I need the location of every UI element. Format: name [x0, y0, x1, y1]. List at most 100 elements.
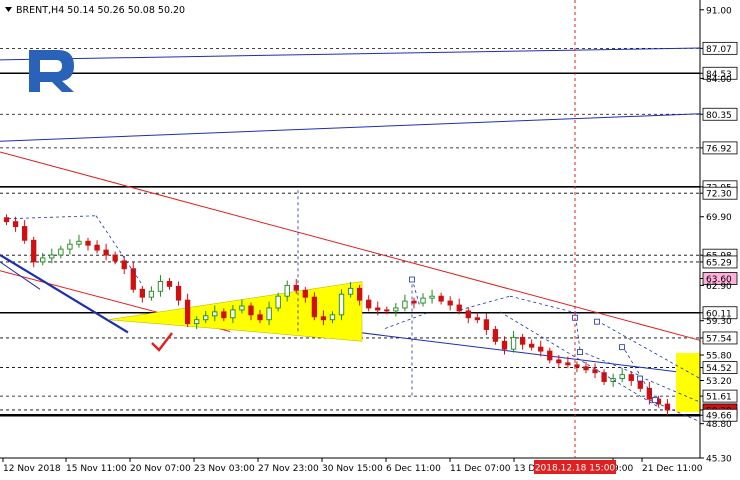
- candle-body: [420, 297, 426, 304]
- price-tick-label: 91.00: [706, 6, 732, 16]
- pivot-marker: [594, 318, 600, 325]
- candle-body: [664, 403, 671, 411]
- price-tick-label: 54.52: [706, 364, 732, 374]
- candle-body: [67, 243, 73, 250]
- candle-body: [194, 319, 200, 325]
- price-tick-label: 69.90: [706, 213, 732, 223]
- time-tick-label: 6 Dec 11:00: [386, 464, 441, 474]
- time-tick-label: 21 Dec 11:00: [642, 464, 703, 474]
- time-tick-label: 23 Nov 03:00: [194, 464, 255, 474]
- candle-body: [148, 290, 155, 298]
- time-tick-label: 27 Nov 23:00: [258, 464, 319, 474]
- candle-body: [266, 307, 272, 321]
- candle-body: [212, 311, 218, 317]
- candle-body: [547, 350, 553, 361]
- candle-body: [58, 248, 64, 256]
- candle-body: [203, 315, 209, 321]
- candle-body: [94, 244, 100, 251]
- price-tick-label: 51.61: [706, 393, 732, 403]
- price-tick-label: 65.29: [706, 258, 732, 268]
- candle-body: [166, 281, 173, 287]
- candle-body: [402, 300, 408, 309]
- price-tick-label: 57.54: [706, 334, 732, 344]
- price-tick-label: 80.35: [706, 111, 732, 121]
- candle-body: [501, 340, 508, 350]
- price-tick-label: 72.30: [706, 190, 732, 200]
- candle-body: [628, 374, 634, 381]
- candle-body: [139, 288, 145, 298]
- candle-body: [76, 240, 82, 245]
- candle-body: [492, 329, 499, 342]
- candle-body: [483, 319, 490, 330]
- time-tick-label: 12 Nov 2018: [3, 464, 61, 474]
- candle-body: [121, 260, 127, 270]
- candle-body: [347, 287, 354, 295]
- pivot-marker: [637, 375, 643, 382]
- price-tick-label: 84.00: [706, 75, 732, 85]
- candle-body: [12, 221, 19, 227]
- candle-body: [556, 359, 562, 364]
- candle-body: [221, 311, 227, 319]
- price-tick-label: 48.80: [706, 420, 732, 430]
- price-chart[interactable]: 91.0087.0784.5384.0080.3576.9272.9572.30…: [0, 0, 740, 480]
- candle-body: [356, 287, 363, 301]
- candle-body: [619, 374, 625, 380]
- candle-body: [565, 362, 571, 366]
- candle-body: [637, 380, 643, 389]
- candle-body: [275, 295, 281, 309]
- candle-body: [529, 343, 535, 348]
- candle-body: [31, 239, 37, 263]
- time-tick-label: 15 Nov 11:00: [66, 464, 127, 474]
- candle-body: [248, 305, 254, 316]
- symbol-info: BRENT,H4 50.14 50.26 50.08 50.20: [16, 5, 185, 16]
- time-tick-label: 13 D: [514, 464, 535, 474]
- chart-background: [0, 0, 740, 480]
- candle-body: [366, 299, 372, 309]
- time-tick-label: 20 Nov 07:00: [130, 464, 191, 474]
- candle-body: [592, 369, 598, 374]
- crosshair-time-label: 2018.12.18 15:00: [535, 464, 616, 474]
- candle-body: [510, 336, 517, 350]
- candle-body: [21, 226, 28, 241]
- candle-body: [103, 249, 109, 256]
- price-tick-label: 55.80: [706, 352, 732, 362]
- candle-body: [49, 254, 55, 259]
- candle-body: [329, 314, 336, 321]
- candle-body: [40, 257, 46, 263]
- candle-body: [538, 346, 544, 352]
- candle-body: [239, 305, 245, 311]
- candle-body: [157, 281, 164, 292]
- candle-body: [474, 317, 480, 321]
- pivot-marker: [619, 344, 625, 351]
- target-zone: [676, 353, 700, 412]
- price-tick-label: 62.90: [706, 282, 732, 292]
- time-tick-label: 30 Nov 15:00: [322, 464, 383, 474]
- candle-body: [320, 316, 327, 321]
- candle-body: [429, 295, 435, 299]
- candle-body: [311, 296, 318, 318]
- candle-body: [302, 289, 308, 298]
- candle-body: [85, 240, 91, 246]
- candle-body: [583, 366, 589, 371]
- pivot-marker: [577, 349, 583, 355]
- price-tick-label: 87.07: [706, 45, 732, 55]
- candle-body: [411, 300, 417, 304]
- price-tick-label: 76.92: [706, 144, 732, 154]
- candle-body: [175, 285, 182, 301]
- candle-body: [519, 336, 526, 345]
- candle-body: [465, 310, 471, 319]
- candle-body: [447, 300, 453, 306]
- candle-body: [393, 307, 399, 312]
- candle-body: [375, 307, 381, 311]
- candle-body: [257, 314, 263, 321]
- candle-body: [384, 309, 390, 312]
- price-tick-label: 45.30: [706, 455, 732, 465]
- candle-body: [438, 295, 444, 302]
- candle-body: [184, 299, 191, 325]
- candle-body: [112, 254, 118, 262]
- time-tick-label: 9:00: [613, 464, 633, 474]
- candle-body: [338, 293, 345, 316]
- candle-body: [284, 284, 290, 297]
- price-tick-label: 53.20: [706, 377, 732, 387]
- pivot-marker: [409, 276, 415, 283]
